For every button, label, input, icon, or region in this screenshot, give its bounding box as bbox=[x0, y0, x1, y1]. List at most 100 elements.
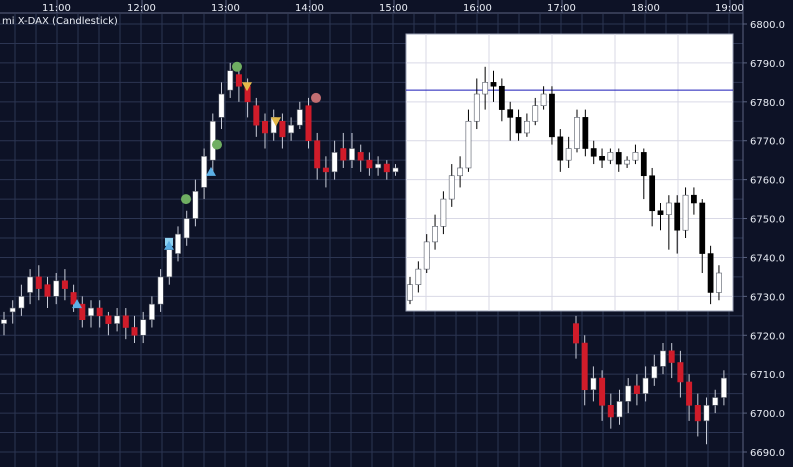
candle-body bbox=[322, 167, 329, 173]
x-tick-label: 19:00 bbox=[715, 3, 744, 14]
inset-candle-body bbox=[691, 194, 697, 204]
inset-candle-body bbox=[490, 82, 497, 87]
x-tick-label: 16:00 bbox=[463, 3, 492, 14]
chart-title: mi X-DAX (Candlestick) bbox=[2, 16, 118, 27]
signal-marker-circle bbox=[181, 194, 191, 205]
candle-body bbox=[340, 148, 347, 161]
inset-candle-body bbox=[498, 85, 505, 110]
inset-candle-body bbox=[448, 175, 455, 200]
candle-body bbox=[140, 319, 147, 336]
candle-body bbox=[9, 307, 16, 313]
candle-body bbox=[183, 218, 190, 239]
candle-body bbox=[88, 307, 94, 317]
candle-body bbox=[625, 385, 632, 402]
inset-candle-body bbox=[540, 93, 547, 107]
inset-candle-body bbox=[457, 167, 463, 177]
candle-body bbox=[712, 397, 719, 406]
candle-body bbox=[668, 350, 675, 363]
candle-body bbox=[148, 303, 155, 321]
candle-body bbox=[720, 377, 727, 398]
candle-body bbox=[166, 249, 173, 278]
inset-candle-body bbox=[615, 152, 622, 165]
candle-body bbox=[349, 148, 355, 161]
candle-body bbox=[331, 152, 338, 173]
inset-candle-body bbox=[699, 202, 706, 254]
inset-candle-body bbox=[640, 152, 647, 177]
candle-body bbox=[227, 70, 234, 91]
candle-body bbox=[131, 327, 138, 336]
inset-background bbox=[405, 33, 734, 312]
inset-candle-body bbox=[415, 268, 422, 285]
y-tick-label: 6690.0 bbox=[750, 448, 785, 459]
inset-candle-body bbox=[432, 226, 438, 243]
y-tick-label: 6780.0 bbox=[750, 98, 785, 109]
inset-candle-body bbox=[716, 272, 722, 293]
inset-candle-body bbox=[665, 202, 672, 215]
inset-candle-body bbox=[524, 120, 530, 134]
inset-candle-body bbox=[482, 82, 489, 95]
y-tick-label: 6700.0 bbox=[750, 409, 785, 420]
candle-body bbox=[61, 280, 68, 289]
candle-body bbox=[375, 163, 382, 169]
candle-body bbox=[660, 350, 666, 367]
candle-body bbox=[694, 405, 701, 422]
candle-body bbox=[175, 233, 181, 254]
inset-candle-body bbox=[649, 175, 656, 212]
inset-candle-body bbox=[682, 194, 689, 231]
candle-body bbox=[703, 405, 710, 422]
signal-marker-circle bbox=[311, 92, 321, 103]
y-tick-label: 6740.0 bbox=[750, 253, 785, 264]
candle-body bbox=[253, 105, 260, 126]
candle-body bbox=[599, 377, 606, 406]
candle-body bbox=[262, 120, 268, 134]
inset-candle-body bbox=[574, 117, 580, 149]
candle-body bbox=[122, 315, 129, 328]
candle-body bbox=[573, 323, 579, 344]
y-tick-label: 6710.0 bbox=[750, 370, 785, 381]
inset-candle-body bbox=[624, 159, 630, 165]
inset-candle-body bbox=[632, 152, 639, 161]
candle-body bbox=[44, 284, 51, 297]
candle-body bbox=[383, 163, 390, 173]
chart-root: 11:00 12:00 13:00 14:00 15:00 16:00 17:00 18:00… bbox=[0, 0, 793, 467]
x-tick-label: 15:00 bbox=[379, 3, 408, 14]
candle-body bbox=[314, 140, 321, 169]
x-tick-label: 14:00 bbox=[295, 3, 324, 14]
inset-candle-body bbox=[465, 120, 472, 169]
x-tick-label: 18:00 bbox=[631, 3, 660, 14]
inset-candle-body bbox=[599, 155, 605, 161]
candle-body bbox=[114, 315, 121, 324]
inset-candle-body bbox=[549, 93, 555, 138]
candle-body bbox=[392, 167, 399, 173]
inset-chart bbox=[405, 33, 734, 312]
candle-body bbox=[1, 319, 7, 324]
candle-body bbox=[218, 93, 225, 118]
candle-body bbox=[157, 276, 164, 305]
y-tick-label: 6770.0 bbox=[750, 137, 785, 148]
candle-body bbox=[192, 191, 199, 219]
inset-candle-body bbox=[557, 136, 564, 161]
inset-candle-body bbox=[473, 93, 480, 122]
inset-candle-body bbox=[423, 241, 430, 270]
candle-body bbox=[581, 342, 588, 391]
candle-body bbox=[96, 307, 103, 317]
x-tick-labels: 11:00 12:00 13:00 14:00 15:00 16:00 17:00 18:00… bbox=[42, 3, 744, 14]
candle-body bbox=[18, 296, 25, 309]
inset-candle-body bbox=[582, 117, 589, 149]
y-tick-label: 6750.0 bbox=[750, 215, 785, 226]
candle-body bbox=[607, 405, 614, 418]
candle-body bbox=[53, 280, 60, 297]
candle-body bbox=[642, 377, 649, 394]
inset-candle-body bbox=[440, 198, 447, 227]
candle-body bbox=[279, 120, 286, 138]
candle-body bbox=[305, 105, 312, 142]
signal-marker-circle bbox=[232, 61, 242, 72]
inset-candle-body bbox=[565, 148, 572, 161]
x-tick-label: 12:00 bbox=[127, 3, 156, 14]
candle-body bbox=[590, 377, 597, 391]
y-tick-label: 6800.0 bbox=[750, 20, 785, 31]
x-tick-label: 17:00 bbox=[547, 3, 576, 14]
candle-body bbox=[357, 152, 364, 161]
inset-candle-body bbox=[515, 117, 522, 134]
candle-body bbox=[235, 74, 242, 87]
